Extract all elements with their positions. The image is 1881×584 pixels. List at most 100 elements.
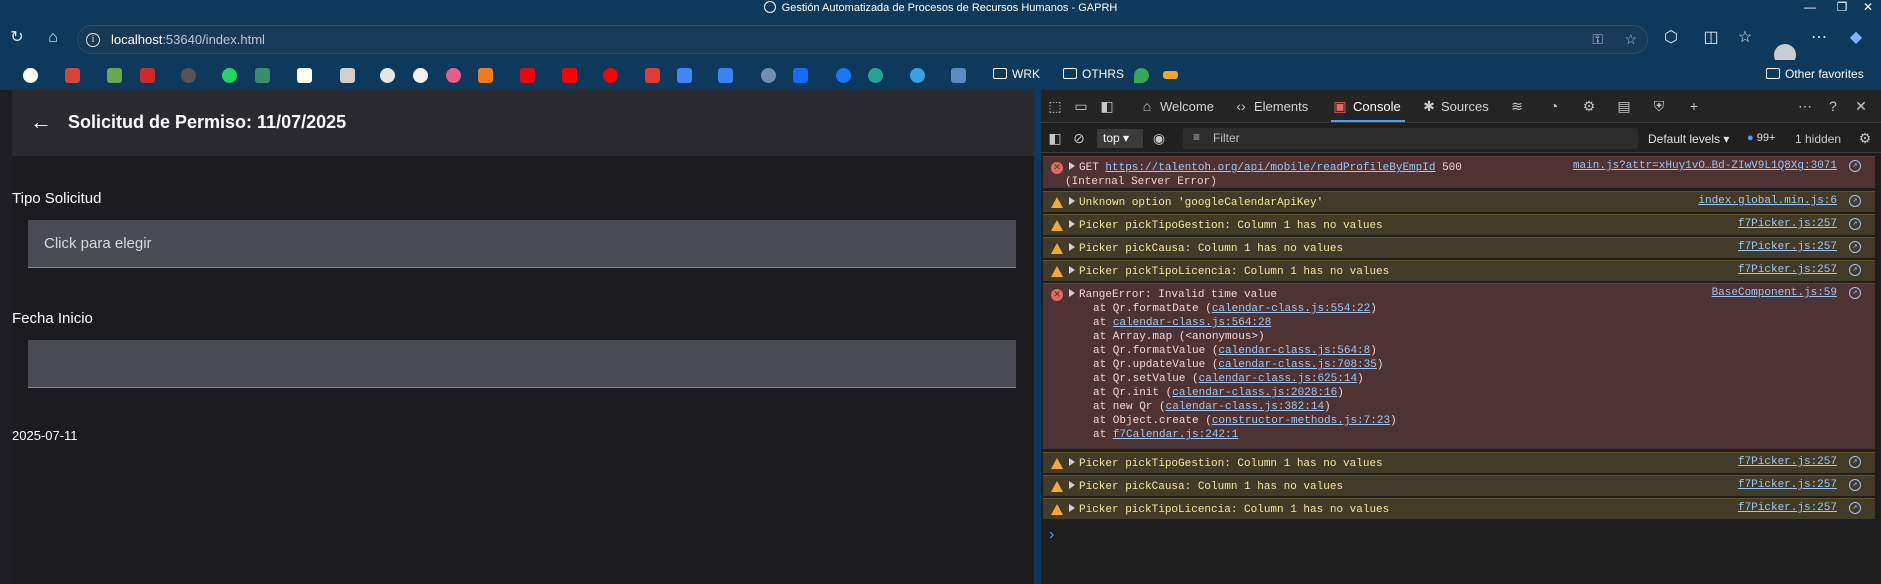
stack-frame-link[interactable]: constructor-methods.js:7:23 <box>1212 415 1390 427</box>
bookmark-folder-othrs[interactable]: OTHRS <box>1063 67 1124 81</box>
app-icon[interactable] <box>718 68 733 83</box>
app-icon[interactable] <box>868 68 883 83</box>
app-icon[interactable] <box>761 68 776 83</box>
expand-triangle-icon[interactable] <box>1069 458 1075 466</box>
more-tools-icon[interactable]: ⋯ <box>1797 98 1813 114</box>
gmail-icon[interactable] <box>65 68 80 83</box>
console-message[interactable]: Picker pickCausa: Column 1 has no values… <box>1043 237 1875 258</box>
github-icon[interactable] <box>413 68 428 83</box>
address-bar[interactable]: i localhost:53640/index.html ⚿ ☆ <box>77 25 1648 54</box>
stack-frame-link[interactable]: calendar-class.js:625:14 <box>1199 373 1357 385</box>
copilot-icon[interactable]: ◆ <box>1845 27 1867 49</box>
console-message[interactable]: Unknown option 'googleCalendarApiKey' in… <box>1043 191 1875 212</box>
app-icon[interactable] <box>1163 71 1178 79</box>
stack-frame-link[interactable]: calendar-class.js:382:14 <box>1166 401 1324 413</box>
help-icon[interactable]: ? <box>1825 98 1841 114</box>
source-link[interactable]: index.global.min.js:6 <box>1698 194 1837 208</box>
whatsapp-icon[interactable] <box>222 68 237 83</box>
stack-frame-link[interactable]: f7Calendar.js:242:1 <box>1113 429 1238 441</box>
expand-triangle-icon[interactable] <box>1069 504 1075 512</box>
app-icon[interactable] <box>446 68 461 83</box>
source-link[interactable]: f7Picker.js:257 <box>1738 478 1837 492</box>
console-message[interactable]: Picker pickCausa: Column 1 has no values… <box>1043 475 1875 496</box>
sidebar-icon[interactable]: ◧ <box>1047 130 1063 146</box>
console-prompt[interactable]: › <box>1049 526 1054 544</box>
chatgpt-icon[interactable] <box>380 68 395 83</box>
tab-welcome[interactable]: Welcome <box>1160 99 1214 114</box>
copilot-explain-icon[interactable]: ↗ <box>1849 195 1861 207</box>
extensions-icon[interactable]: ⬡ <box>1660 27 1682 49</box>
tab-console[interactable]: Console <box>1331 99 1405 122</box>
tipo-solicitud-picker[interactable]: Click para elegir <box>28 220 1016 268</box>
copilot-explain-icon[interactable]: ↗ <box>1849 218 1861 230</box>
copilot-explain-icon[interactable]: ↗ <box>1849 502 1861 514</box>
app-icon[interactable] <box>645 68 660 83</box>
stack-frame-link[interactable]: calendar-class.js:554:22 <box>1212 303 1370 315</box>
source-link[interactable]: f7Picker.js:257 <box>1738 240 1837 254</box>
console-message[interactable]: Picker pickTipoLicencia: Column 1 has no… <box>1043 260 1875 281</box>
inspect-icon[interactable]: ⬚ <box>1047 98 1063 114</box>
password-key-icon[interactable]: ⚿ <box>1592 31 1603 48</box>
copilot-explain-icon[interactable]: ↗ <box>1849 241 1861 253</box>
app-icon[interactable] <box>478 68 493 83</box>
copilot-explain-icon[interactable]: ↗ <box>1849 160 1861 172</box>
sidebar-toggle-icon[interactable]: ◧ <box>1099 98 1115 114</box>
source-link[interactable]: f7Picker.js:257 <box>1738 263 1837 277</box>
favorites-icon[interactable]: ☆ <box>1734 27 1756 49</box>
network-wifi-icon[interactable]: ≋ <box>1509 98 1525 114</box>
google-icon[interactable] <box>23 68 38 83</box>
copilot-explain-icon[interactable]: ↗ <box>1849 287 1861 299</box>
expand-triangle-icon[interactable] <box>1069 266 1075 274</box>
tab-elements[interactable]: Elements <box>1254 99 1308 114</box>
device-toolbar-icon[interactable]: ▭ <box>1073 98 1089 114</box>
expand-triangle-icon[interactable] <box>1069 289 1075 297</box>
app-icon[interactable] <box>140 68 155 83</box>
app-icon[interactable] <box>255 68 270 83</box>
behance-icon[interactable] <box>793 68 808 83</box>
app-icon[interactable] <box>910 68 925 83</box>
clear-console-icon[interactable]: ⊘ <box>1071 130 1087 146</box>
copilot-explain-icon[interactable]: ↗ <box>1849 456 1861 468</box>
expand-triangle-icon[interactable] <box>1069 197 1075 205</box>
minimize-button[interactable]: — <box>1790 0 1830 16</box>
translate-icon[interactable] <box>677 68 692 83</box>
tab-sources[interactable]: Sources <box>1441 99 1489 114</box>
console-message[interactable]: Picker pickTipoLicencia: Column 1 has no… <box>1043 498 1875 519</box>
back-arrow-icon[interactable]: ← <box>30 110 54 134</box>
favorite-star-icon[interactable]: ☆ <box>1624 31 1637 48</box>
stack-frame-link[interactable]: calendar-class.js:564:8 <box>1218 345 1370 357</box>
stack-frame-link[interactable]: calendar-class.js:564:28 <box>1113 317 1271 329</box>
source-link[interactable]: BaseComponent.js:59 <box>1712 286 1837 300</box>
facebook-icon[interactable] <box>836 68 851 83</box>
console-settings-icon[interactable]: ⚙ <box>1857 130 1873 146</box>
add-tab-icon[interactable]: + <box>1686 98 1702 114</box>
security-icon[interactable]: ⛨ <box>1651 98 1667 114</box>
source-link[interactable]: f7Picker.js:257 <box>1738 501 1837 515</box>
app-icon[interactable] <box>181 68 196 83</box>
source-link[interactable]: f7Picker.js:257 <box>1738 455 1837 469</box>
close-window-button[interactable]: ✕ <box>1856 0 1880 16</box>
bookmark-folder-wrk[interactable]: WRK <box>993 67 1040 81</box>
app-icon[interactable] <box>340 68 355 83</box>
restore-button[interactable]: ❐ <box>1832 0 1852 16</box>
console-message[interactable]: Picker pickTipoGestion: Column 1 has no … <box>1043 452 1875 473</box>
app-icon[interactable] <box>951 68 966 83</box>
other-favorites-folder[interactable]: Other favorites <box>1766 67 1864 81</box>
home-icon[interactable]: ⌂ <box>42 27 64 49</box>
source-link[interactable]: main.js?attr=xHuy1vO…Bd-ZIwV9L1Q8Xg:3071 <box>1573 159 1837 173</box>
fecha-inicio-input[interactable] <box>28 340 1016 388</box>
amazon-icon[interactable] <box>297 68 312 83</box>
youtube-icon[interactable] <box>562 68 577 83</box>
expand-triangle-icon[interactable] <box>1069 162 1075 170</box>
request-url-link[interactable]: https://talentoh.org/api/mobile/readProf… <box>1105 162 1435 174</box>
source-link[interactable]: f7Picker.js:257 <box>1738 217 1837 231</box>
expand-triangle-icon[interactable] <box>1069 220 1075 228</box>
console-filter-input[interactable]: ≡ Filter <box>1183 128 1638 149</box>
url-text[interactable]: localhost:53640/index.html <box>111 32 265 47</box>
expand-triangle-icon[interactable] <box>1069 481 1075 489</box>
copilot-explain-icon[interactable]: ↗ <box>1849 264 1861 276</box>
console-message-stack[interactable]: ✕ RangeError: Invalid time value BaseCom… <box>1043 283 1875 449</box>
copilot-explain-icon[interactable]: ↗ <box>1849 479 1861 491</box>
maps-icon[interactable] <box>1134 68 1149 83</box>
info-icon[interactable]: i <box>86 33 100 47</box>
